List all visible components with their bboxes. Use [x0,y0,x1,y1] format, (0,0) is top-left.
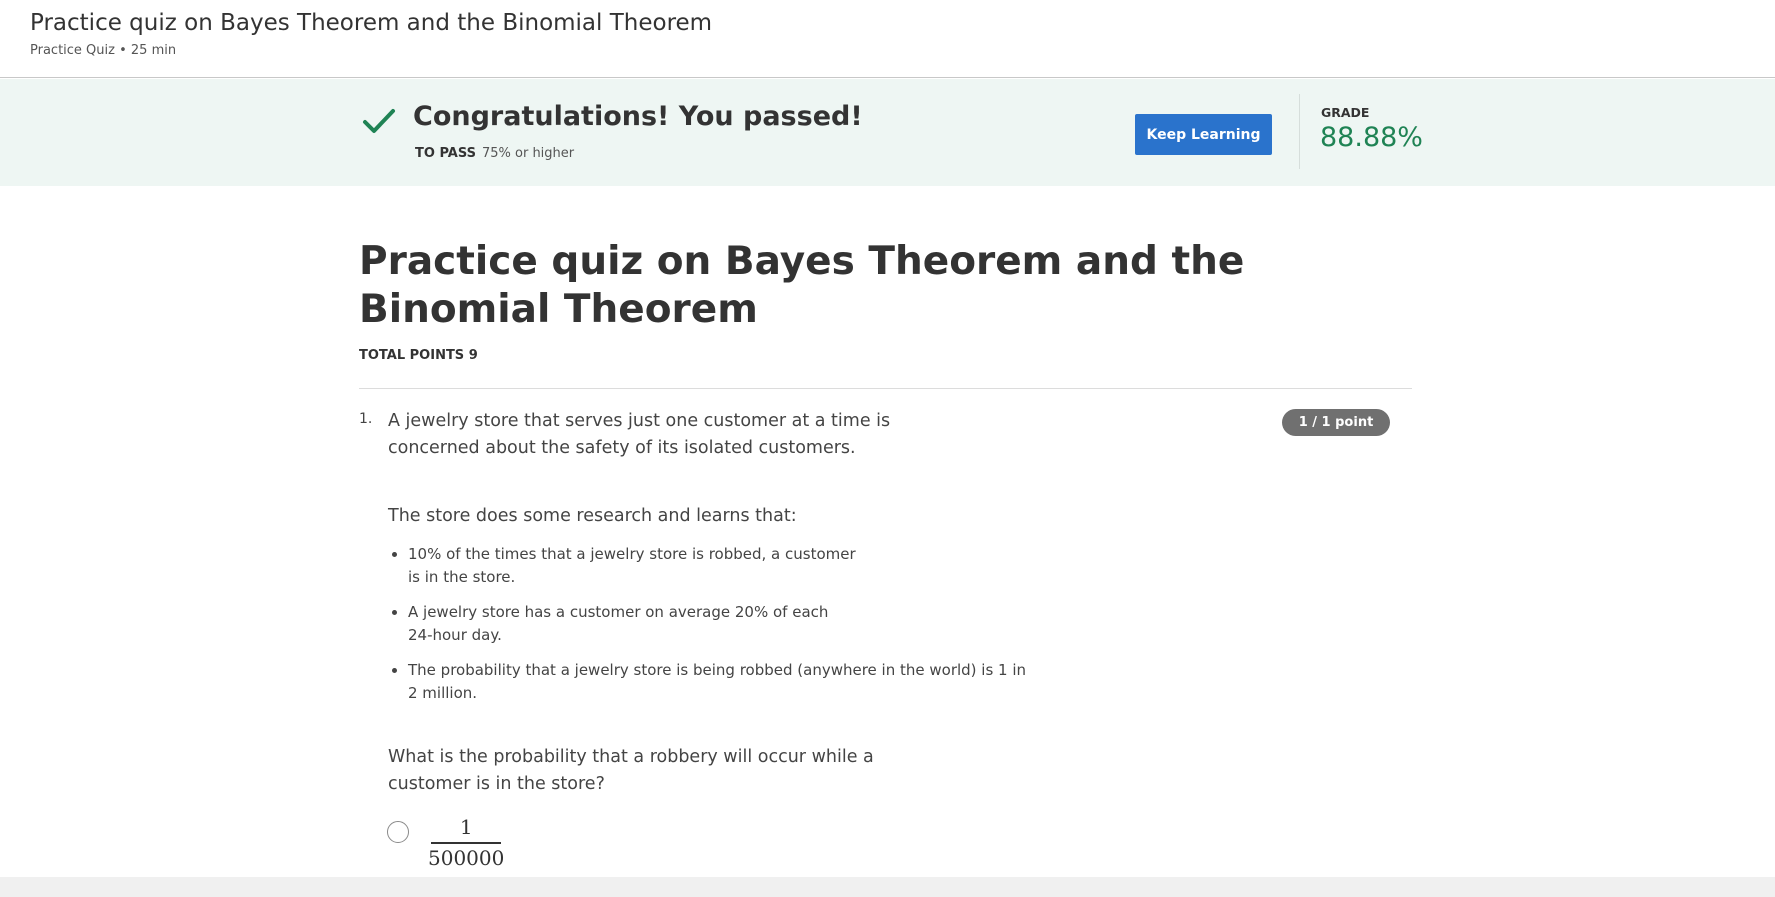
total-points: TOTAL POINTS 9 [359,348,478,363]
answer-option-radio[interactable] [387,821,409,843]
to-pass-label: TO PASS [415,146,476,161]
pass-banner: Congratulations! You passed! TO PASS 75% … [0,79,1775,186]
header-title: Practice quiz on Bayes Theorem and the B… [30,10,713,36]
top-header: Practice quiz on Bayes Theorem and the B… [0,0,1775,78]
footer-strip [0,877,1775,897]
fraction-numerator: 1 [459,815,473,839]
grade-value: 88.88% [1320,122,1423,153]
grade-label: GRADE [1321,105,1370,120]
fraction-bar [431,842,502,844]
list-item: The probability that a jewelry store is … [408,659,1028,705]
pass-heading: Congratulations! You passed! [413,101,863,132]
fraction-denominator: 500000 [428,845,505,870]
points-badge: 1 / 1 point [1282,409,1390,436]
question-research-text: The store does some research and learns … [388,506,797,526]
research-findings-list: 10% of the times that a jewelry store is… [388,543,1028,717]
header-subtitle: Practice Quiz • 25 min [30,43,177,58]
keep-learning-button[interactable]: Keep Learning [1135,114,1272,155]
list-item: 10% of the times that a jewelry store is… [408,543,858,589]
section-divider [359,388,1412,389]
to-pass-value: 75% or higher [481,146,575,161]
to-pass-info: TO PASS 75% or higher [415,146,574,161]
grade-divider [1299,94,1300,169]
question-number: 1. [359,411,373,427]
list-item: A jewelry store has a customer on averag… [408,601,838,647]
question-intro: A jewelry store that serves just one cus… [388,411,891,458]
checkmark-icon [363,109,395,133]
question-prompt: What is the probability that a robbery w… [388,747,874,794]
quiz-title: Practice quiz on Bayes Theorem and the B… [359,239,1245,332]
answer-option-fraction[interactable]: 1 500000 [426,815,506,870]
